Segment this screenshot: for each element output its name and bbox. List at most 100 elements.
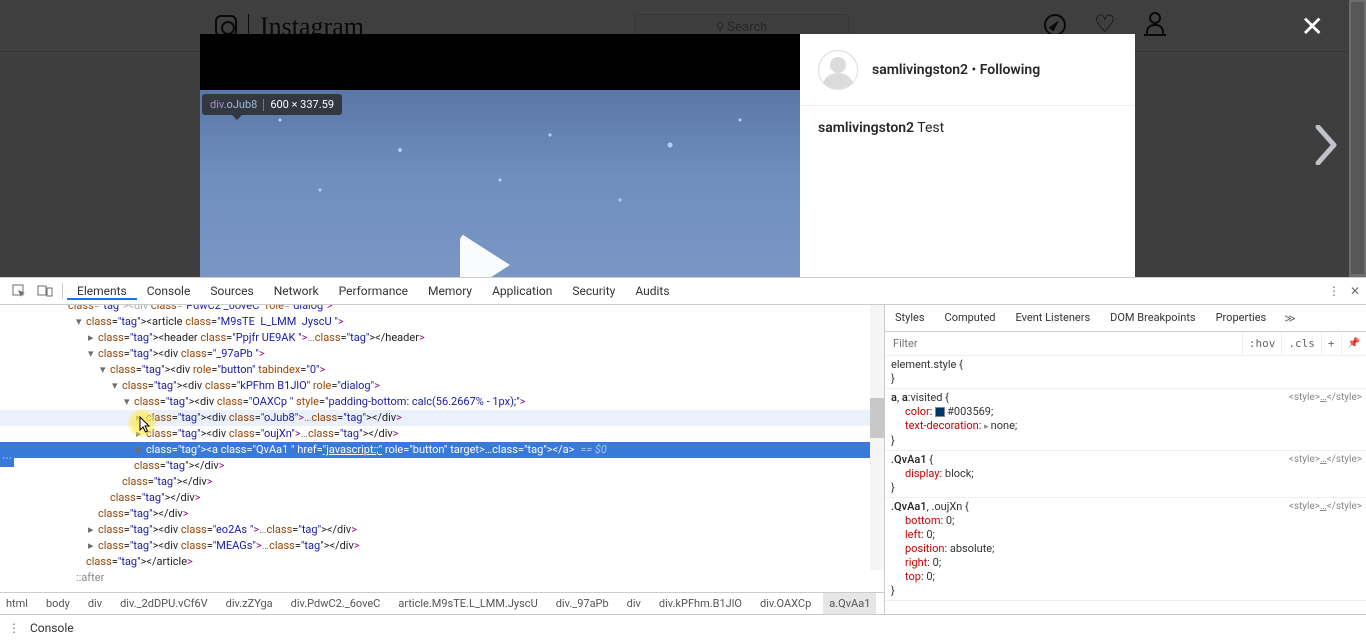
caption-username[interactable]: samlivingston2 xyxy=(818,120,914,136)
tab-elements[interactable]: Elements xyxy=(67,284,137,300)
avatar[interactable] xyxy=(818,50,858,90)
crumb[interactable]: html xyxy=(0,593,34,615)
caption-text: Test xyxy=(914,120,944,136)
dom-tree[interactable]: class="tag"><div class="PdwC2 _6oveC" ro… xyxy=(0,305,884,592)
dom-row[interactable]: ::after xyxy=(0,570,884,586)
dom-row[interactable]: class="tag"><a class="QvAa1 " href="java… xyxy=(0,442,884,458)
devtools-right-tools: ⋮ ✕ xyxy=(1328,284,1366,298)
tab-audits[interactable]: Audits xyxy=(625,284,679,298)
devtools: ElementsConsoleSourcesNetworkPerformance… xyxy=(0,277,1366,641)
dom-row[interactable]: class="tag"><div class="MEAGs">…class="t… xyxy=(0,538,884,554)
page-viewport: Instagram ⚲ Search ✕ div.oJub8 600 × 337… xyxy=(0,0,1366,277)
dom-row[interactable]: class="tag"><article class="M9sTE L_LMM … xyxy=(0,314,884,330)
post-header: samlivingston2 • Following xyxy=(800,34,1135,106)
dom-row[interactable]: class="tag"><div class="_97aPb "> xyxy=(0,346,884,362)
dom-scroll-thumb[interactable] xyxy=(870,398,884,438)
new-rule-button[interactable]: + xyxy=(1321,332,1341,356)
explore-icon[interactable] xyxy=(1044,14,1066,36)
crumb[interactable]: div._2dDPU.vCf6V xyxy=(114,593,214,615)
elements-panel: class="tag"><div class="PdwC2 _6oveC" ro… xyxy=(0,305,884,614)
styles-tabs-overflow-icon[interactable]: ≫ xyxy=(1276,312,1304,325)
css-rule[interactable]: <style>…</style>a, a:visited {color: #00… xyxy=(885,389,1366,451)
dom-row[interactable]: class="tag"><div role="button" tabindex=… xyxy=(0,362,884,378)
dom-row[interactable]: class="tag"></div> xyxy=(0,474,884,490)
tab-performance[interactable]: Performance xyxy=(329,284,418,298)
breadcrumbs[interactable]: htmlbodydivdiv._2dDPU.vCf6Vdiv.zZYgadiv.… xyxy=(0,592,884,614)
device-toggle-icon[interactable] xyxy=(32,284,58,299)
dom-row[interactable]: class="tag"></div> xyxy=(0,458,884,474)
profile-icon[interactable] xyxy=(1144,14,1166,36)
dom-row[interactable]: class="tag"><div class="kPFhm B1JlO" rol… xyxy=(0,378,884,394)
styles-tab-properties[interactable]: Properties xyxy=(1206,305,1277,331)
tab-memory[interactable]: Memory xyxy=(418,284,482,298)
username-link[interactable]: samlivingston2 xyxy=(872,62,968,78)
scrollbar-thumb[interactable] xyxy=(1351,2,1364,274)
tooltip-el: div xyxy=(210,98,224,111)
activity-icon[interactable] xyxy=(1094,14,1116,36)
devtools-tabbar: ElementsConsoleSourcesNetworkPerformance… xyxy=(0,278,1366,305)
crumb[interactable]: div.kPFhm.B1JlO xyxy=(653,593,748,615)
styles-filter-row: :hov .cls + xyxy=(885,332,1366,356)
dom-row[interactable]: class="tag"><div class="OAXCp " style="p… xyxy=(0,394,884,410)
tooltip-dims: 600 × 337.59 xyxy=(270,98,334,111)
dom-row[interactable]: class="tag"><div class="oujXn">…class="t… xyxy=(0,426,884,442)
tooltip-class: .oJub8 xyxy=(224,98,258,111)
follow-button[interactable]: Following xyxy=(980,62,1040,78)
dom-row[interactable]: class="tag"><div class="PdwC2 _6oveC" ro… xyxy=(0,305,884,314)
drawer-kebab-icon[interactable]: ⋮ xyxy=(8,621,20,635)
tab-application[interactable]: Application xyxy=(482,284,562,298)
crumb[interactable]: div.zZYga xyxy=(220,593,279,615)
main-tabs: ElementsConsoleSourcesNetworkPerformance… xyxy=(67,278,680,304)
post-caption: samlivingston2 Test xyxy=(800,106,1135,150)
styles-rules[interactable]: element.style {}<style>…</style>a, a:vis… xyxy=(885,356,1366,614)
dom-row[interactable]: class="tag"><div class="eo2As ">…class="… xyxy=(0,522,884,538)
tab-console[interactable]: Console xyxy=(137,284,201,298)
styles-tab-computed[interactable]: Computed xyxy=(935,305,1006,331)
next-chevron-icon[interactable] xyxy=(1312,125,1340,169)
dom-row[interactable]: class="tag"><div class="oJub8">…class="t… xyxy=(0,410,884,426)
crumb[interactable]: div.OAXCp xyxy=(754,593,817,615)
cls-toggle[interactable]: .cls xyxy=(1281,332,1321,356)
css-rule[interactable]: <style>…</style>.QvAa1 {display: block;} xyxy=(885,451,1366,498)
kebab-icon[interactable]: ⋮ xyxy=(1328,284,1340,298)
crumb[interactable]: body xyxy=(40,593,76,615)
devtools-drawer: ⋮ Console xyxy=(0,614,1366,641)
close-icon[interactable]: ✕ xyxy=(1301,10,1324,43)
devtools-body: class="tag"><div class="PdwC2 _6oveC" ro… xyxy=(0,305,1366,614)
page-scrollbar[interactable] xyxy=(1349,0,1366,277)
devtools-close-icon[interactable]: ✕ xyxy=(1350,284,1360,298)
styles-filter-input[interactable] xyxy=(885,332,1242,355)
pin-icon[interactable] xyxy=(1341,331,1366,356)
tab-sources[interactable]: Sources xyxy=(200,284,263,298)
styles-tabbar: StylesComputedEvent ListenersDOM Breakpo… xyxy=(885,305,1366,332)
dom-scrollbar[interactable] xyxy=(870,305,884,570)
dom-row[interactable]: class="tag"></article> xyxy=(0,554,884,570)
play-icon[interactable] xyxy=(460,233,510,277)
crumb[interactable]: a.QvAa1 xyxy=(823,593,876,615)
styles-tab-event-listeners[interactable]: Event Listeners xyxy=(1006,305,1101,331)
dom-row[interactable]: class="tag"><header class="Ppjfr UE9AK "… xyxy=(0,330,884,346)
tab-security[interactable]: Security xyxy=(562,284,625,298)
dom-row[interactable]: class="tag"></div> xyxy=(0,490,884,506)
styles-panel: StylesComputedEvent ListenersDOM Breakpo… xyxy=(884,305,1366,614)
nav-icons xyxy=(1044,14,1166,36)
styles-tab-styles[interactable]: Styles xyxy=(885,305,935,332)
tab-network[interactable]: Network xyxy=(264,284,329,298)
crumb[interactable]: div.PdwC2._6oveC xyxy=(285,593,387,615)
hov-toggle[interactable]: :hov xyxy=(1242,332,1282,356)
search-placeholder: Search xyxy=(727,20,767,35)
inspect-element-icon[interactable] xyxy=(6,284,32,299)
crumb[interactable]: div xyxy=(621,593,647,615)
crumb[interactable]: article.M9sTE.L_LMM.JyscU xyxy=(392,593,543,615)
post-sidebar: samlivingston2 • Following samlivingston… xyxy=(800,34,1135,277)
css-rule[interactable]: <style>…</style>.QvAa1, .oujXn {bottom: … xyxy=(885,498,1366,601)
drawer-tab-console[interactable]: Console xyxy=(30,621,74,635)
styles-tab-dom-breakpoints[interactable]: DOM Breakpoints xyxy=(1100,305,1205,331)
crumb[interactable]: div xyxy=(82,593,108,615)
dom-row[interactable]: class="tag"></div> xyxy=(0,506,884,522)
inspect-tooltip: div.oJub8 600 × 337.59 xyxy=(202,94,342,115)
video-container[interactable]: div.oJub8 600 × 337.59 xyxy=(200,34,800,277)
css-rule[interactable]: element.style {} xyxy=(885,356,1366,389)
user-line: samlivingston2 • Following xyxy=(872,62,1040,78)
crumb[interactable]: div._97aPb xyxy=(550,593,615,615)
